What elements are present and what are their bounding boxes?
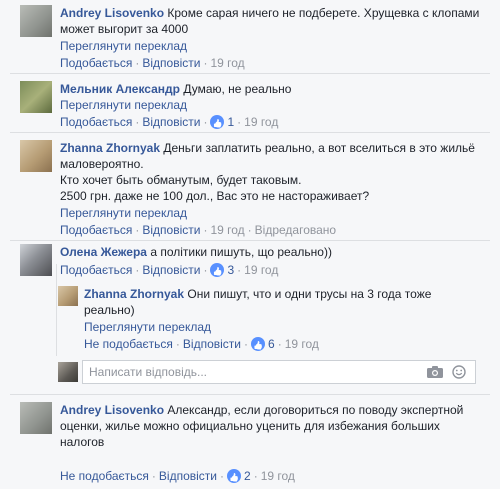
- like-icon: [210, 115, 225, 129]
- reply-link[interactable]: Відповісти: [142, 223, 200, 237]
- reply-link[interactable]: Відповісти: [142, 115, 200, 129]
- comment-time[interactable]: 19 год: [261, 469, 295, 483]
- comment-time[interactable]: 19 год: [244, 263, 278, 277]
- divider: [10, 73, 490, 74]
- comment-time[interactable]: 19 год: [210, 223, 244, 237]
- comment-text-line: Кроме сарая ничего не подберете. Хрущевк…: [167, 6, 480, 20]
- comment-text-line: может выгорит за 4000: [60, 22, 189, 36]
- avatar[interactable]: [20, 402, 52, 434]
- reply-box: [82, 360, 476, 384]
- avatar: [58, 362, 78, 382]
- comment-text-line: Александр, если договориться по поводу э…: [167, 403, 464, 417]
- like-count[interactable]: 2: [244, 469, 251, 483]
- comment-time[interactable]: 19 год: [210, 56, 244, 70]
- comment-text-line: Деньги заплатить реально, а вот вселитьс…: [163, 141, 475, 155]
- comment: Andrey Lisovenko Александр, если договор…: [60, 402, 470, 450]
- reply-link[interactable]: Відповісти: [142, 56, 200, 70]
- like-icon: [210, 263, 225, 277]
- avatar[interactable]: [58, 286, 78, 306]
- comment-author[interactable]: Zhanna Zhornyak: [60, 141, 160, 155]
- divider: [10, 394, 490, 395]
- avatar[interactable]: [20, 5, 52, 37]
- emoji-icon[interactable]: [452, 365, 466, 379]
- comment-actions: Не подобається·Відповісти·6·19 год: [84, 336, 319, 352]
- like-count[interactable]: 1: [227, 115, 234, 129]
- see-translation-link[interactable]: Переглянути переклад: [60, 97, 187, 113]
- comment-text-line: Думаю, не реально: [183, 82, 292, 96]
- camera-icon[interactable]: [427, 366, 443, 378]
- reply-link[interactable]: Відповісти: [183, 337, 241, 351]
- reply-thread-line: [56, 264, 57, 356]
- reply-input[interactable]: [83, 361, 409, 383]
- avatar[interactable]: [20, 81, 52, 113]
- comment-actions: Не подобається·Відповісти·2·19 год: [60, 468, 295, 484]
- edited-label[interactable]: Відредаговано: [255, 223, 336, 237]
- like-icon: [227, 469, 241, 483]
- like-count[interactable]: 6: [268, 337, 275, 351]
- see-translation-link[interactable]: Переглянути переклад: [60, 205, 187, 221]
- comment-text-line: реально): [84, 303, 135, 317]
- divider: [10, 132, 490, 133]
- comment-author[interactable]: Andrey Lisovenko: [60, 6, 164, 20]
- comment-actions: Подобається · Відповісти · 19 год · Відредагов…: [60, 223, 337, 237]
- comment-actions: Подобається·Відповісти·1·19 год: [60, 114, 278, 130]
- see-translation-link[interactable]: Переглянути переклад: [84, 319, 211, 335]
- avatar[interactable]: [20, 140, 52, 172]
- like-link[interactable]: Не подобається: [60, 469, 149, 483]
- comment: Мельник Александр Думаю, не реально: [60, 81, 480, 97]
- reply-link[interactable]: Відповісти: [142, 263, 200, 277]
- like-icon: [251, 337, 265, 351]
- comment-actions: Подобається·Відповісти·3·19 год: [60, 262, 278, 278]
- comment-time[interactable]: 19 год: [244, 115, 278, 129]
- like-link[interactable]: Не подобається: [84, 337, 173, 351]
- comment-author[interactable]: Zhanna Zhornyak: [84, 287, 184, 301]
- like-link[interactable]: Подобається: [60, 263, 132, 277]
- like-link[interactable]: Подобається: [60, 223, 132, 237]
- comment-author[interactable]: Олена Жежера: [60, 245, 147, 259]
- like-count[interactable]: 3: [227, 263, 234, 277]
- divider: [10, 240, 490, 241]
- comment-time[interactable]: 19 год: [285, 337, 319, 351]
- see-translation-link[interactable]: Переглянути переклад: [60, 38, 187, 54]
- like-link[interactable]: Подобається: [60, 115, 132, 129]
- avatar[interactable]: [20, 244, 52, 276]
- reply-comment: Zhanna Zhornyak Они пишут, что и одни тр…: [84, 286, 484, 318]
- comment-text-line: а політики пишуть, що реально)): [150, 245, 332, 259]
- comment-text-line: маловероятно.: [60, 157, 144, 171]
- comment-text-line: Кто хочет быть обманутым, будет таковым.: [60, 173, 302, 187]
- reply-link[interactable]: Відповісти: [159, 469, 217, 483]
- comment-text-line: Они пишут, что и одни трусы на 3 года то…: [187, 287, 432, 301]
- comment-author[interactable]: Andrey Lisovenko: [60, 403, 164, 417]
- comment-actions: Подобається · Відповісти · 19 год: [60, 56, 245, 70]
- comment-text-line: налогов: [60, 435, 105, 449]
- comment: Олена Жежера а політики пишуть, що реаль…: [60, 244, 480, 260]
- comment: Zhanna Zhornyak Деньги заплатить реально…: [60, 140, 490, 204]
- comment-text-line: 2500 грн. даже не 100 дол., Вас это не н…: [60, 189, 370, 203]
- comment-author[interactable]: Мельник Александр: [60, 82, 180, 96]
- comment-text-line: оценки, жилье можно официально уценить д…: [60, 419, 440, 433]
- comment: Andrey Lisovenko Кроме сарая ничего не п…: [60, 5, 480, 37]
- like-link[interactable]: Подобається: [60, 56, 132, 70]
